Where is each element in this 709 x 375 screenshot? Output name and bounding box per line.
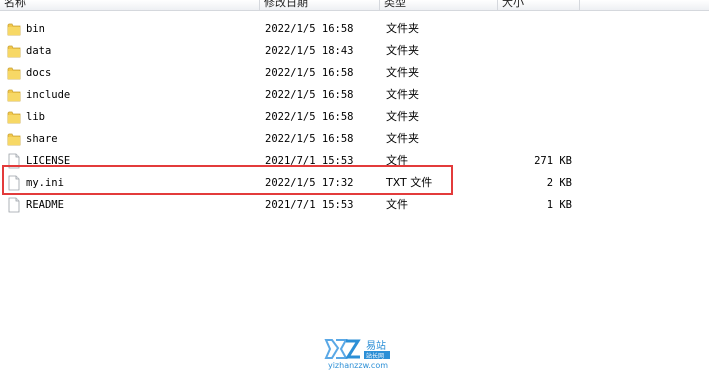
file-icon bbox=[7, 153, 21, 169]
file-type: 文件 bbox=[386, 154, 408, 167]
column-header-date[interactable]: 修改日期 bbox=[260, 0, 380, 10]
folder-icon bbox=[7, 43, 21, 59]
file-size bbox=[500, 106, 572, 128]
file-row[interactable]: bin 2022/1/5 16:58 文件夹 bbox=[0, 18, 600, 40]
file-row[interactable]: my.ini 2022/1/5 17:32 TXT 文件 2 KB bbox=[0, 172, 600, 194]
column-header-filler bbox=[580, 0, 709, 10]
watermark-brand-sub: 站长网 bbox=[366, 352, 384, 360]
watermark-logo-icon: 易站 站长网 bbox=[324, 339, 390, 360]
file-row[interactable]: LICENSE 2021/7/1 15:53 文件 271 KB bbox=[0, 150, 600, 172]
file-size bbox=[500, 128, 572, 150]
watermark-brand: 易站 bbox=[366, 339, 386, 352]
column-header-name[interactable]: 名称 bbox=[0, 0, 260, 10]
file-name: share bbox=[26, 133, 58, 145]
file-icon bbox=[7, 197, 21, 213]
file-row[interactable]: share 2022/1/5 16:58 文件夹 bbox=[0, 128, 600, 150]
file-type: 文件夹 bbox=[386, 44, 419, 57]
file-type: 文件夹 bbox=[386, 22, 419, 35]
column-header-type[interactable]: 类型 bbox=[380, 0, 498, 10]
file-size bbox=[500, 40, 572, 62]
folder-icon bbox=[7, 109, 21, 125]
file-icon bbox=[7, 175, 21, 191]
file-type: TXT 文件 bbox=[386, 176, 433, 189]
file-date: 2022/1/5 16:58 bbox=[265, 67, 354, 79]
file-name: include bbox=[26, 89, 71, 101]
file-type: 文件 bbox=[386, 198, 408, 211]
folder-icon bbox=[7, 87, 21, 103]
file-name: my.ini bbox=[26, 177, 64, 189]
file-date: 2021/7/1 15:53 bbox=[265, 155, 354, 167]
file-name: bin bbox=[26, 23, 45, 35]
file-date: 2022/1/5 16:58 bbox=[265, 23, 354, 35]
file-size bbox=[500, 84, 572, 106]
file-row[interactable]: lib 2022/1/5 16:58 文件夹 bbox=[0, 106, 600, 128]
file-type: 文件夹 bbox=[386, 88, 419, 101]
file-name: docs bbox=[26, 67, 52, 79]
file-row[interactable]: include 2022/1/5 16:58 文件夹 bbox=[0, 84, 600, 106]
file-size bbox=[500, 62, 572, 84]
file-type: 文件夹 bbox=[386, 110, 419, 123]
file-name: lib bbox=[26, 111, 45, 123]
watermark: 易站 站长网 yizhanzzw.com bbox=[318, 337, 398, 375]
file-type: 文件夹 bbox=[386, 132, 419, 145]
file-name: LICENSE bbox=[26, 155, 71, 167]
file-size: 1 KB bbox=[546, 199, 572, 211]
file-date: 2022/1/5 18:43 bbox=[265, 45, 354, 57]
folder-icon bbox=[7, 131, 21, 147]
file-name: data bbox=[26, 45, 52, 57]
file-row[interactable]: data 2022/1/5 18:43 文件夹 bbox=[0, 40, 600, 62]
column-header-size[interactable]: 大小 bbox=[498, 0, 580, 10]
file-date: 2022/1/5 16:58 bbox=[265, 111, 354, 123]
file-size: 271 KB bbox=[534, 155, 572, 167]
file-date: 2022/1/5 17:32 bbox=[265, 177, 354, 189]
watermark-url: yizhanzzw.com bbox=[327, 361, 389, 370]
column-header-bar: 名称 修改日期 类型 大小 bbox=[0, 0, 709, 11]
file-date: 2021/7/1 15:53 bbox=[265, 199, 354, 211]
file-date: 2022/1/5 16:58 bbox=[265, 89, 354, 101]
file-name: README bbox=[26, 199, 64, 211]
folder-icon bbox=[7, 65, 21, 81]
file-row[interactable]: docs 2022/1/5 16:58 文件夹 bbox=[0, 62, 600, 84]
file-type: 文件夹 bbox=[386, 66, 419, 79]
file-size bbox=[500, 18, 572, 40]
file-row[interactable]: README 2021/7/1 15:53 文件 1 KB bbox=[0, 194, 600, 216]
folder-icon bbox=[7, 21, 21, 37]
file-size: 2 KB bbox=[546, 177, 572, 189]
file-date: 2022/1/5 16:58 bbox=[265, 133, 354, 145]
